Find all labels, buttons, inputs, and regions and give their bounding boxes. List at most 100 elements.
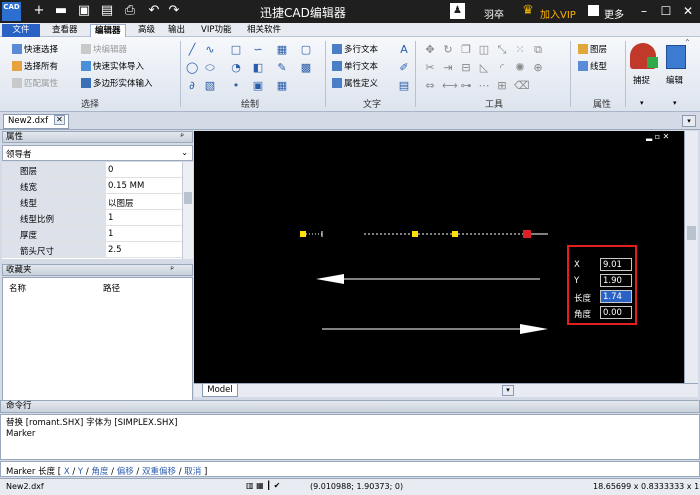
option-x[interactable]: X <box>64 467 70 477</box>
dyn-length-input[interactable]: 1.74 <box>600 290 632 303</box>
table-tool-icon[interactable]: ▦ <box>276 80 288 92</box>
tab-related-software[interactable]: 相关软件 <box>243 24 285 37</box>
attribute-definition-button[interactable]: 属性定义 <box>332 78 378 90</box>
quick-select-button[interactable]: 快速选择 <box>12 44 58 56</box>
grip-point[interactable] <box>300 231 306 237</box>
block-tool-icon[interactable]: ▣ <box>252 80 264 92</box>
undo-icon[interactable]: ↶ <box>146 3 162 19</box>
tab-list-dropdown-icon[interactable]: ▾ <box>682 115 696 127</box>
document-close-icon[interactable]: ✕ <box>54 115 65 125</box>
user-name[interactable]: 羽卒 <box>484 6 504 21</box>
scale-tool-icon[interactable]: ⤡ <box>496 44 508 56</box>
scrollbar-thumb[interactable] <box>184 192 192 204</box>
lengthen-tool-icon[interactable]: ⟷ <box>442 80 458 92</box>
rectangle-tool-icon[interactable]: □ <box>230 44 242 56</box>
select-all-button[interactable]: 选择所有 <box>12 61 58 73</box>
divide-tool-icon[interactable]: ⋯ <box>478 80 490 92</box>
quick-entity-import-button[interactable]: 快速实体导入 <box>81 61 144 73</box>
text-edit-icon[interactable]: ✐ <box>398 62 410 74</box>
region-tool-icon[interactable]: ◧ <box>252 62 264 74</box>
pin-icon[interactable]: ᵖ <box>180 132 184 142</box>
option-y[interactable]: Y <box>78 467 83 477</box>
array-tool-icon[interactable]: ⁙ <box>514 44 526 56</box>
tab-vip[interactable]: VIP功能 <box>197 24 235 37</box>
scrollbar-thumb[interactable] <box>687 226 696 240</box>
erase-tool-icon[interactable]: ⌫ <box>514 80 530 92</box>
close-button[interactable]: ✕ <box>680 3 696 19</box>
tab-advanced[interactable]: 高级 <box>134 24 159 37</box>
viewport-controls[interactable]: ▂ ▫ ✕ <box>646 132 669 141</box>
multiline-text-button[interactable]: 多行文本 <box>332 44 378 56</box>
more-grid-icon[interactable] <box>588 5 599 16</box>
layer-button[interactable]: 图层 <box>578 44 607 56</box>
crown-icon[interactable]: ♛ <box>520 3 536 19</box>
property-row-linetype[interactable]: 线型 以图层 <box>2 194 182 210</box>
explode-tool-icon[interactable]: ✺ <box>514 62 526 74</box>
save-as-icon[interactable]: ▤ <box>99 3 115 19</box>
fill-tool-icon[interactable]: ▩ <box>300 62 312 74</box>
layout-dropdown-icon[interactable]: ▾ <box>502 385 514 396</box>
grip-point[interactable] <box>452 231 458 237</box>
new-icon[interactable]: + <box>31 3 47 19</box>
break-tool-icon[interactable]: ⊟ <box>460 62 472 74</box>
tab-file[interactable]: 文件 <box>2 24 40 37</box>
option-offset[interactable]: 偏移 <box>117 467 134 477</box>
polyline-tool-icon[interactable]: ∿ <box>204 44 216 56</box>
stretch-tool-icon[interactable]: ⇔ <box>424 80 436 92</box>
join-vip-link[interactable]: 加入VIP <box>540 6 576 21</box>
pencil-tool-icon[interactable]: ✎ <box>276 62 288 74</box>
snap-dropdown-icon[interactable]: ▾ <box>640 99 644 107</box>
linetype-button[interactable]: 线型 <box>578 61 607 73</box>
property-row-linetype-scale[interactable]: 线型比例 1 <box>2 210 182 226</box>
edit-button[interactable]: 编辑 <box>666 76 683 87</box>
hatch-tool-icon[interactable]: ▦ <box>276 44 288 56</box>
save-icon[interactable]: ▣ <box>76 3 92 19</box>
match-properties-button[interactable]: 匹配属性 <box>12 78 58 90</box>
user-avatar-icon[interactable]: ♟ <box>450 3 465 19</box>
trim-tool-icon[interactable]: ✂ <box>424 62 436 74</box>
measure-tool-icon[interactable]: ⊶ <box>460 80 472 92</box>
tab-viewer[interactable]: 查看器 <box>48 24 82 37</box>
point-tool-icon[interactable]: • <box>230 80 242 92</box>
spline-tool-icon[interactable]: ∽ <box>252 44 264 56</box>
dyn-y-input[interactable]: 1.90 <box>600 274 632 287</box>
property-row-layer[interactable]: 图层 0 <box>2 162 182 178</box>
copy-tool-icon[interactable]: ❐ <box>460 44 472 56</box>
model-tab[interactable]: Model <box>202 384 238 397</box>
maximize-button[interactable]: ☐ <box>658 3 674 19</box>
single-line-text-button[interactable]: 单行文本 <box>332 61 378 73</box>
redo-icon[interactable]: ↷ <box>166 3 182 19</box>
chamfer-tool-icon[interactable]: ◺ <box>478 62 490 74</box>
open-folder-icon[interactable]: ▬ <box>53 3 69 19</box>
image-tool-icon[interactable]: ▧ <box>204 80 216 92</box>
property-row-lineweight[interactable]: 线宽 0.15 MM <box>2 178 182 194</box>
block-editor-button[interactable]: 块编辑器 <box>81 44 127 56</box>
option-cancel[interactable]: 取消 <box>184 467 201 477</box>
active-grip-point[interactable] <box>523 230 531 238</box>
minimize-button[interactable]: – <box>636 3 652 19</box>
option-angle[interactable]: 角度 <box>91 467 108 477</box>
arc-tool-icon[interactable]: ◔ <box>230 62 242 74</box>
canvas-vertical-scrollbar[interactable] <box>684 131 698 383</box>
edit-dropdown-icon[interactable]: ▾ <box>673 99 677 107</box>
curve-tool-icon[interactable]: ∂ <box>186 80 198 92</box>
extend-tool-icon[interactable]: ⇥ <box>442 62 454 74</box>
rotate-tool-icon[interactable]: ↻ <box>442 44 454 56</box>
property-scrollbar[interactable] <box>182 162 193 259</box>
text-style-icon[interactable]: A <box>398 44 410 56</box>
ellipse-tool-icon[interactable]: ⬭ <box>204 62 216 74</box>
app-logo-icon[interactable]: CAD <box>2 2 21 21</box>
grip-point[interactable] <box>412 231 418 237</box>
join-tool-icon[interactable]: ⊕ <box>532 62 544 74</box>
property-row-thickness[interactable]: 厚度 1 <box>2 226 182 242</box>
entity-type-select[interactable]: 领导者 ⌄ <box>2 145 193 161</box>
dyn-x-input[interactable]: 9.01 <box>600 258 632 271</box>
move-tool-icon[interactable]: ✥ <box>424 44 436 56</box>
favorites-column-name[interactable]: 名称 <box>9 282 26 294</box>
command-input-line[interactable]: Marker 长度 [ X / Y / 角度 / 偏移 / 双重偏移 / 取消 … <box>0 461 700 477</box>
snap-button[interactable]: 捕捉 <box>633 76 650 87</box>
pin-icon[interactable]: ᵖ <box>170 265 174 275</box>
print-icon[interactable]: ⎙ <box>122 3 138 19</box>
edit-clipboard-icon[interactable] <box>666 45 686 69</box>
mirror-tool-icon[interactable]: ◫ <box>478 44 490 56</box>
